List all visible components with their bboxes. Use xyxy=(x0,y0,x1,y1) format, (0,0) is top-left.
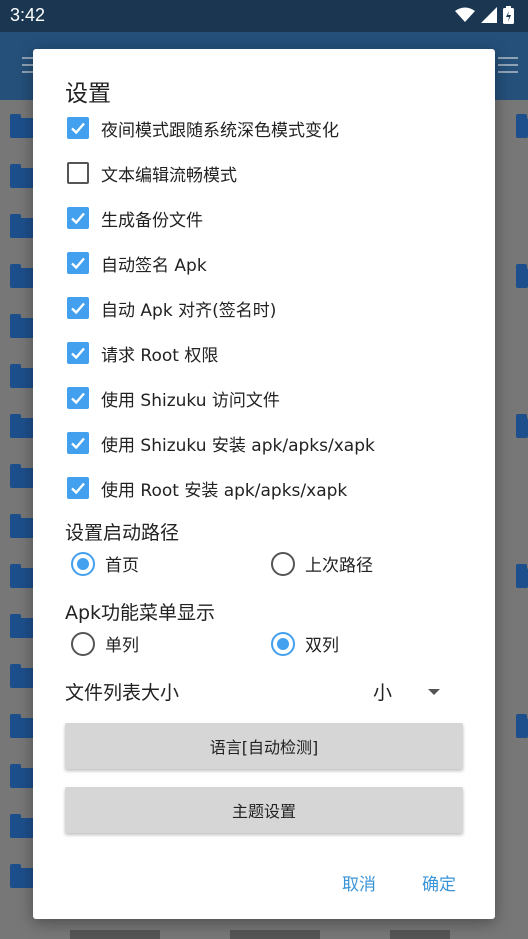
status-time: 3:42 xyxy=(10,5,46,25)
checkbox-label: 夜间模式跟随系统深色模式变化 xyxy=(101,120,339,141)
checkbox-row[interactable]: 使用 Shizuku 安装 apk/apks/xapk xyxy=(67,428,375,458)
checkbox-label: 生成备份文件 xyxy=(101,210,203,231)
background-text xyxy=(70,930,450,939)
status-bar: 3:42 xyxy=(0,0,528,32)
radio-label: 单列 xyxy=(105,636,139,656)
checkbox-label: 请求 Root 权限 xyxy=(101,345,219,366)
checkbox-checked[interactable] xyxy=(67,387,89,409)
check-icon xyxy=(71,437,85,450)
checkbox-checked[interactable] xyxy=(67,207,89,229)
checkbox-row[interactable]: 请求 Root 权限 xyxy=(67,338,218,368)
settings-dialog: 设置 夜间模式跟随系统深色模式变化 文本编辑流畅模式 生成备份文件 自动签名 Apk 自… xyxy=(33,49,495,919)
dialog-title: 设置 xyxy=(65,81,111,107)
folder-icon xyxy=(516,564,528,588)
radio-button[interactable] xyxy=(71,631,95,656)
status-icons xyxy=(455,6,514,24)
check-icon xyxy=(71,302,85,315)
checkbox-checked[interactable] xyxy=(67,252,89,274)
confirm-button[interactable]: 确定 xyxy=(422,870,456,895)
checkbox-label: 自动 Apk 对齐(签名时) xyxy=(101,300,277,321)
start-path-label: 设置启动路径 xyxy=(65,522,180,544)
radio-button[interactable] xyxy=(271,631,295,656)
checkbox-row[interactable]: 夜间模式跟随系统深色模式变化 xyxy=(67,113,339,143)
cancel-button[interactable]: 取消 xyxy=(342,870,376,895)
check-icon xyxy=(71,347,85,360)
check-icon xyxy=(71,212,85,225)
checkbox-label: 使用 Root 安装 apk/apks/xapk xyxy=(101,480,348,501)
language-button[interactable]: 语言[自动检测] xyxy=(65,723,463,769)
checkbox-row[interactable]: 文本编辑流畅模式 xyxy=(67,158,237,188)
radio-label: 上次路径 xyxy=(305,556,373,576)
radio-label: 双列 xyxy=(305,636,339,656)
file-list-size-dropdown[interactable]: 小 xyxy=(373,678,453,705)
checkbox-checked[interactable] xyxy=(67,432,89,454)
wifi-icon xyxy=(455,7,475,22)
folder-icon xyxy=(516,714,528,738)
signal-icon xyxy=(481,7,497,23)
check-icon xyxy=(71,122,85,135)
checkbox-unchecked[interactable] xyxy=(67,162,89,184)
checkbox-label: 使用 Shizuku 访问文件 xyxy=(101,390,280,411)
checkbox-label: 文本编辑流畅模式 xyxy=(101,165,237,186)
folder-icon xyxy=(516,264,528,288)
check-icon xyxy=(71,482,85,495)
radio-label: 首页 xyxy=(105,556,139,576)
checkbox-row[interactable]: 使用 Shizuku 访问文件 xyxy=(67,383,280,413)
radio-home[interactable]: 首页 xyxy=(71,551,139,576)
checkbox-label: 使用 Shizuku 安装 apk/apks/xapk xyxy=(101,435,375,456)
checkbox-row[interactable]: 自动 Apk 对齐(签名时) xyxy=(67,293,276,323)
chevron-down-icon xyxy=(428,688,441,695)
check-icon xyxy=(71,257,85,270)
radio-last-path[interactable]: 上次路径 xyxy=(271,551,373,576)
folder-icon xyxy=(516,414,528,438)
checkbox-checked[interactable] xyxy=(67,342,89,364)
file-list-size-label: 文件列表大小 xyxy=(65,682,180,704)
dropdown-value: 小 xyxy=(373,682,393,704)
battery-charging-icon xyxy=(503,6,514,24)
checkbox-label: 自动签名 Apk xyxy=(101,255,207,276)
overflow-icon[interactable] xyxy=(498,57,518,78)
checkbox-checked[interactable] xyxy=(67,117,89,139)
radio-button[interactable] xyxy=(271,551,295,576)
theme-settings-button[interactable]: 主题设置 xyxy=(65,787,463,833)
checkbox-row[interactable]: 自动签名 Apk xyxy=(67,248,207,278)
check-icon xyxy=(71,392,85,405)
apk-menu-label: Apk功能菜单显示 xyxy=(65,602,216,624)
checkbox-row[interactable]: 使用 Root 安装 apk/apks/xapk xyxy=(67,473,347,503)
folder-icon xyxy=(516,114,528,138)
radio-button[interactable] xyxy=(71,551,95,576)
radio-double-column[interactable]: 双列 xyxy=(271,631,339,656)
checkbox-checked[interactable] xyxy=(67,297,89,319)
radio-single-column[interactable]: 单列 xyxy=(71,631,139,656)
checkbox-row[interactable]: 生成备份文件 xyxy=(67,203,203,233)
checkbox-checked[interactable] xyxy=(67,477,89,499)
